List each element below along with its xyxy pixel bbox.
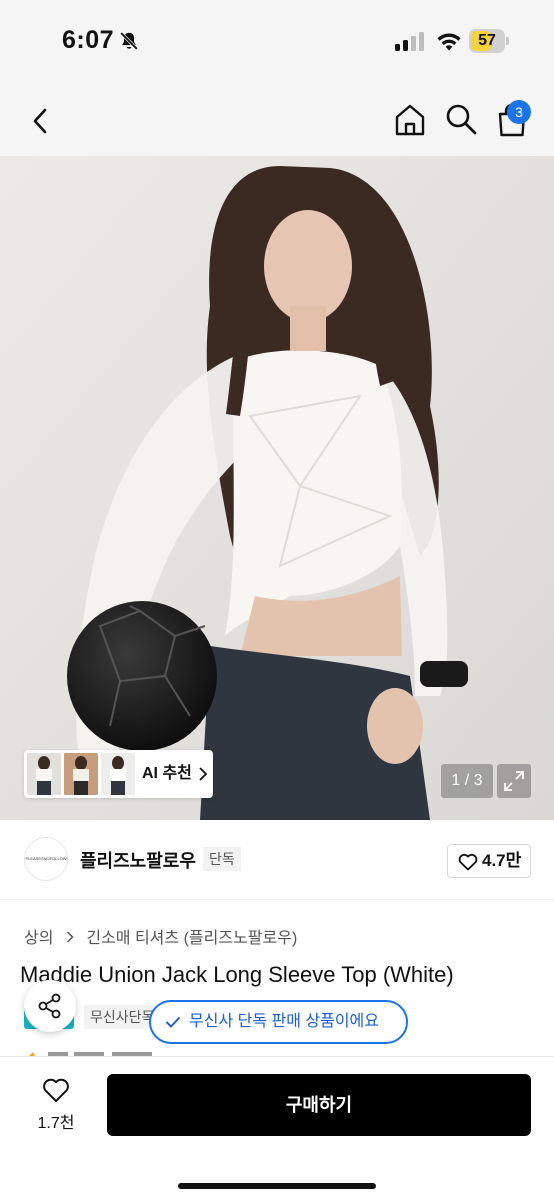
expand-button[interactable] [497,764,531,798]
battery-icon: 57 [469,29,509,53]
expand-icon [504,771,524,791]
brand-logo[interactable]: PLEASESNOFOLLOW [24,837,68,881]
brand-row: PLEASESNOFOLLOW 플리즈노팔로우 단독 4.7만 [0,820,554,900]
breadcrumb: 상의 긴소매 티셔츠 (플리즈노팔로우) [24,924,297,948]
exclusive-tag: 단독 [203,847,241,871]
wifi-icon [437,33,461,51]
wishlist-button[interactable]: 1.7천 [30,1075,82,1135]
brand-name[interactable]: 플리즈노팔로우 [80,847,196,873]
thumbnail-3[interactable] [101,753,135,795]
chevron-right-icon [199,767,208,781]
share-icon [38,993,61,1019]
chevron-right-icon [66,931,74,943]
product-title: Maddie Union Jack Long Sleeve Top (White… [20,962,454,987]
bottom-action-bar: 1.7천 구매하기 [0,1056,554,1200]
status-time: 6:07 [62,26,115,54]
rating-row-clipped [29,1052,152,1056]
thumbnail-2[interactable] [64,753,98,795]
cart-count-badge: 3 [507,100,531,124]
product-photo [0,156,554,820]
heart-icon [43,1078,69,1102]
toast-message: 무신사 단독 판매 상품이에요 [189,1013,379,1030]
thumbnail-1[interactable] [27,753,61,795]
heart-icon [458,853,478,871]
status-bar: 6:07 57 [0,0,554,84]
home-indicator [178,1183,376,1189]
search-icon[interactable] [444,102,478,136]
share-button[interactable] [24,980,76,1032]
buy-button[interactable]: 구매하기 [107,1074,531,1136]
wishlist-count: 1.7천 [37,1115,75,1132]
battery-level: 57 [478,32,496,49]
product-image-gallery[interactable]: AI 추천 1 / 3 [0,156,554,820]
image-counter: 1 / 3 [441,764,493,798]
check-icon [165,1016,181,1028]
brand-like-count: 4.7만 [482,851,522,870]
bell-off-icon [119,31,139,51]
ai-recommend-button[interactable]: AI 추천 [142,750,192,798]
back-arrow-icon[interactable] [28,106,54,136]
top-nav [0,84,554,156]
thumbnail-strip: AI 추천 [24,750,213,798]
home-icon[interactable] [392,102,428,138]
cellular-signal-icon [395,32,424,51]
breadcrumb-item-category[interactable]: 긴소매 티셔츠 (플리즈노팔로우) [86,930,297,947]
breadcrumb-item-top[interactable]: 상의 [24,930,53,947]
exclusive-toast: 무신사 단독 판매 상품이에요 [149,1000,408,1044]
brand-like-button[interactable]: 4.7만 [447,844,531,878]
